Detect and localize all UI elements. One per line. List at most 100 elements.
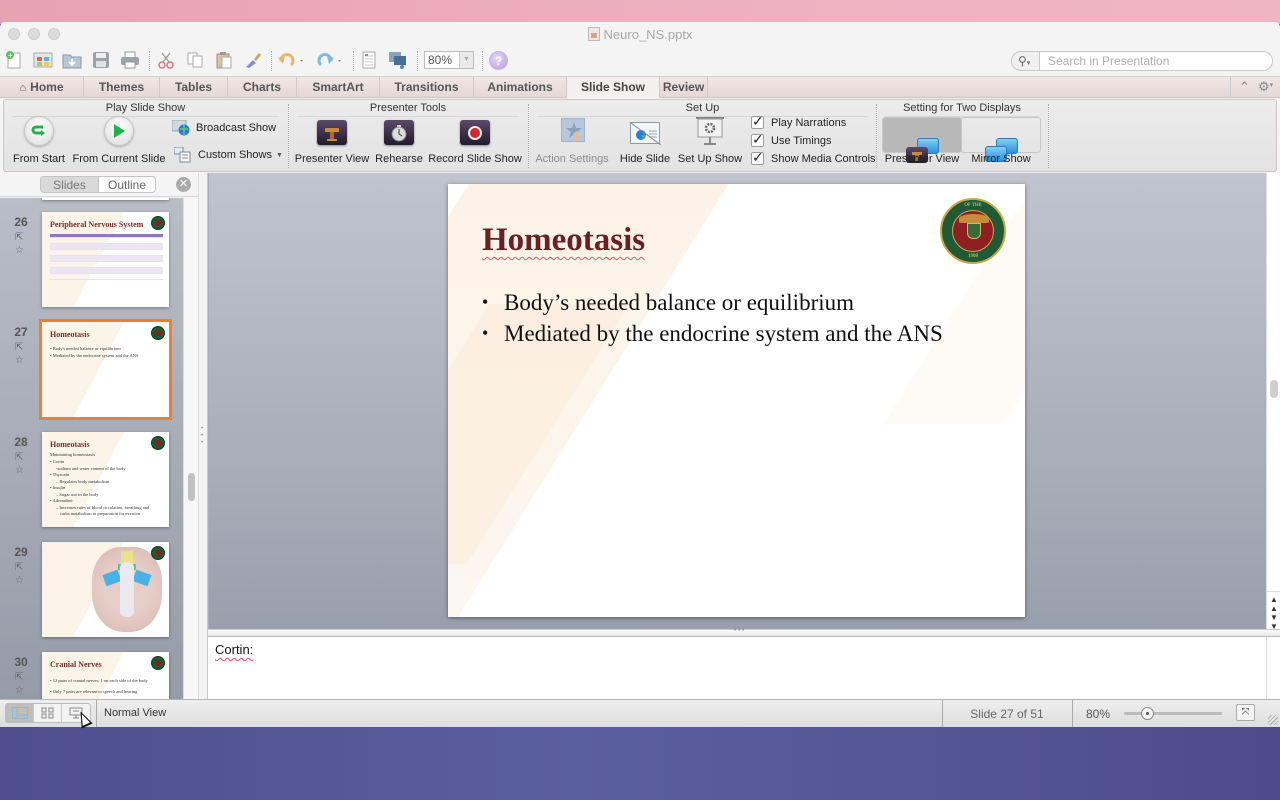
search-icon[interactable]: ⚲▾ — [1011, 51, 1041, 71]
group-separator — [1048, 104, 1049, 168]
redo-icon[interactable] — [315, 50, 345, 70]
current-slide[interactable]: Homeotasis Body’s needed balance or equi… — [448, 184, 1025, 617]
slide-thumbnail[interactable]: Cranial Nerves • 12 pairs of cranial ner… — [42, 652, 169, 699]
cut-icon[interactable] — [156, 50, 176, 70]
rehearse-button[interactable]: Rehearse — [373, 100, 425, 171]
tab-themes[interactable]: Themes — [84, 77, 160, 98]
university-seal-icon — [151, 326, 165, 340]
slide-thumbnail-25[interactable] — [42, 198, 169, 200]
record-slide-show-button[interactable]: Record Slide Show — [427, 100, 523, 171]
slides-pane-scrollbar[interactable] — [183, 198, 198, 699]
notes-pane[interactable]: Cortin: — [208, 637, 1266, 699]
slide-thumbnail[interactable] — [42, 542, 169, 637]
button-label: Presenter View — [294, 153, 370, 165]
slide-thumbnail[interactable]: Homeotasis Maintaining homeostasis • Cor… — [42, 432, 169, 527]
notes-text[interactable]: Cortin: — [215, 642, 253, 657]
title-bar: Neuro_NS.pptx — [0, 22, 1280, 46]
button-label: Custom Shows — [198, 149, 272, 161]
scrollbar-thumb[interactable] — [1270, 380, 1278, 398]
previous-slide-icon[interactable]: ▲ ▲ — [1270, 595, 1278, 613]
broadcast-show-button[interactable]: Broadcast Show — [171, 119, 276, 136]
from-start-button[interactable]: From Start — [8, 100, 70, 171]
presenter-view-button[interactable]: Presenter View — [293, 100, 371, 171]
checkbox-label: Show Media Controls — [771, 152, 876, 165]
search-input[interactable] — [1039, 51, 1273, 71]
slide-sorter-button[interactable] — [34, 704, 62, 722]
copy-icon[interactable] — [185, 50, 205, 70]
tab-review[interactable]: Review — [660, 77, 708, 98]
zoom-combobox[interactable]: 80% ▼ — [424, 51, 474, 69]
slide-thumbnail-item[interactable]: 29 ⇱ ☆ — [0, 542, 183, 642]
collapse-ribbon-icon[interactable]: ⌃ — [1239, 79, 1250, 95]
save-icon[interactable] — [91, 50, 111, 70]
tab-charts[interactable]: Charts — [228, 77, 297, 98]
media-browser-icon[interactable] — [388, 50, 408, 70]
gallery-icon[interactable] — [33, 50, 53, 70]
slide-number: 26 — [14, 215, 28, 229]
resize-grip[interactable] — [1268, 715, 1278, 725]
slide-bullet[interactable]: Body’s needed balance or equilibrium — [482, 290, 943, 321]
chevron-down-icon[interactable]: ▼ — [459, 52, 473, 68]
standard-toolbar: + 80% ▼ ? ⚲▾ Search in Presentation — [0, 46, 1280, 76]
tab-transitions[interactable]: Transitions — [380, 77, 474, 98]
slide-thumbnail-item[interactable]: 28 ⇱ ☆ Homeotasis Maintaining homeostasi… — [0, 432, 183, 532]
close-pane-icon[interactable]: ✕ — [176, 177, 191, 192]
use-timings-checkbox[interactable]: Use Timings — [751, 131, 832, 148]
thumbnail-line: • Adrenaline — [50, 498, 73, 503]
show-toolbox-icon[interactable] — [359, 50, 379, 70]
checkbox-checked[interactable] — [751, 131, 764, 148]
from-current-slide-button[interactable]: From Current Slide — [72, 100, 166, 171]
gear-icon[interactable]: ⚙ ▾ — [1258, 79, 1273, 95]
tab-tables[interactable]: Tables — [160, 77, 228, 98]
notes-scrollbar[interactable] — [1266, 637, 1280, 699]
slide-thumbnail-item-selected[interactable]: 27 ⇱ ☆ Homeotasis • Body's needed balanc… — [0, 319, 183, 422]
open-icon[interactable] — [62, 50, 82, 70]
tab-slides[interactable]: Slides — [40, 176, 99, 193]
slide-title[interactable]: Homeotasis — [482, 222, 645, 259]
button-label: Presenter View — [884, 153, 960, 165]
checkbox-checked[interactable] — [751, 149, 764, 166]
normal-view-icon — [11, 707, 28, 719]
new-icon[interactable]: + — [4, 50, 24, 70]
help-icon[interactable]: ? — [489, 51, 508, 70]
normal-view-button[interactable] — [6, 704, 34, 722]
custom-shows-button[interactable]: Custom Shows ▼ — [173, 146, 283, 163]
zoom-slider[interactable] — [1124, 707, 1222, 720]
set-up-show-button[interactable]: Set Up Show — [677, 100, 743, 171]
slide-thumbnail-item[interactable]: 30 ⇱ ☆ Cranial Nerves • 12 pairs of cran… — [0, 652, 183, 699]
tab-outline[interactable]: Outline — [98, 176, 156, 193]
pane-splitter[interactable]: • • • — [198, 173, 208, 699]
slide-bullet-list[interactable]: Body’s needed balance or equilibrium Med… — [482, 290, 943, 352]
slide-thumbnail[interactable]: Homeotasis • Body's needed balance or eq… — [39, 319, 172, 420]
undo-icon[interactable] — [277, 50, 307, 70]
slide-sorter-icon — [41, 707, 53, 719]
editor-vertical-scrollbar[interactable]: ▲ ▲ ▼ ▼ — [1266, 173, 1280, 631]
slide-thumbnail[interactable]: Peripheral Nervous System — [42, 212, 169, 307]
toolbar-separator — [271, 51, 272, 71]
tab-home[interactable]: ⌂ Home — [0, 77, 84, 98]
format-painter-icon[interactable] — [243, 50, 263, 70]
hide-slide-button[interactable]: Hide Slide — [617, 100, 673, 171]
slide-thumbnail-item[interactable]: 26 ⇱ ☆ Peripheral Nervous System — [0, 212, 183, 312]
show-media-controls-checkbox[interactable]: Show Media Controls — [751, 149, 876, 166]
print-icon[interactable] — [120, 50, 140, 70]
paste-icon[interactable] — [214, 50, 234, 70]
checkbox-checked[interactable] — [751, 113, 764, 130]
toolbar-separator — [353, 51, 354, 71]
fit-to-window-icon[interactable]: ⤧ — [1236, 704, 1255, 721]
toolbar-separator — [417, 51, 418, 71]
action-settings-button[interactable]: Action Settings — [533, 100, 611, 171]
checkbox-label: Play Narrations — [771, 116, 847, 129]
scrollbar-thumb[interactable] — [188, 473, 195, 501]
zoom-slider-thumb[interactable] — [1141, 707, 1154, 720]
play-narrations-checkbox[interactable]: Play Narrations — [751, 113, 847, 130]
transition-icon: ⇱ — [15, 672, 24, 683]
brain-diagram-image — [92, 547, 162, 632]
notes-splitter[interactable]: ••• — [208, 628, 1280, 637]
slide-bullet[interactable]: Mediated by the endocrine system and the… — [482, 321, 943, 352]
tab-animations[interactable]: Animations — [474, 77, 567, 98]
tab-smartart[interactable]: SmartArt — [297, 77, 380, 98]
tab-slide-show[interactable]: Slide Show — [566, 77, 660, 98]
transition-icon: ⇱ — [15, 452, 24, 463]
play-from-start-icon — [24, 116, 54, 146]
